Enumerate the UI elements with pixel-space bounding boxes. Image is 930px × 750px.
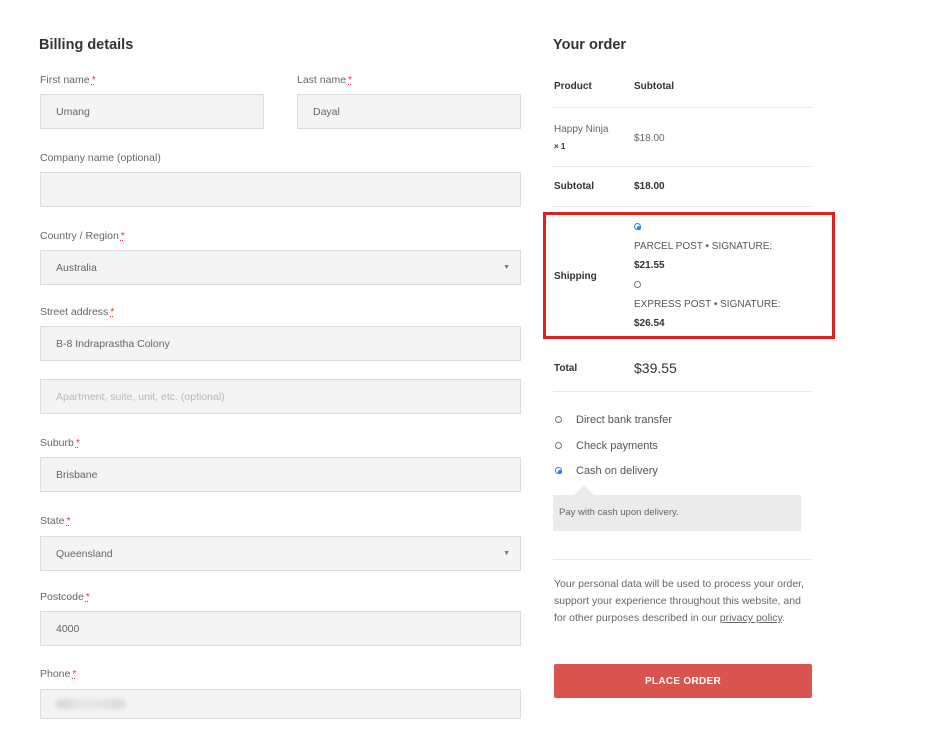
divider [553,559,812,560]
col-subtotal-header: Subtotal [634,81,674,92]
suburb-label: Suburb * [40,437,80,449]
country-select[interactable]: Australia ▼ [40,250,521,285]
subtotal-value: $18.00 [634,181,665,192]
required-mark: * [120,230,125,242]
payment-check-label[interactable]: Check payments [576,440,658,452]
state-value: Queensland [56,547,113,560]
payment-cod-radio[interactable] [555,467,562,474]
first-name-label: First name * [40,74,96,86]
shipping-highlight-box [543,212,835,339]
phone-field[interactable] [40,689,521,719]
payment-cod-label[interactable]: Cash on delivery [576,465,658,477]
divider [553,107,812,108]
total-value: $39.55 [634,360,677,376]
last-name-label: Last name * [297,74,353,86]
street-address-line2-field[interactable]: Apartment, suite, unit, etc. (optional) [40,379,521,414]
divider [553,166,812,167]
required-mark: * [91,74,96,86]
payment-bank-radio[interactable] [555,416,562,423]
company-field[interactable] [40,172,521,207]
country-value: Australia [56,261,97,274]
postcode-label: Postcode * [40,591,90,603]
place-order-button[interactable]: PLACE ORDER [554,664,812,698]
last-name-field[interactable]: Dayal [297,94,521,129]
required-mark: * [75,437,80,449]
required-mark: * [348,74,353,86]
required-mark: * [66,515,71,527]
payment-description: Pay with cash upon delivery. [553,495,801,531]
postcode-field[interactable]: 4000 [40,611,521,646]
billing-title: Billing details [39,37,134,53]
street-address-field[interactable]: B-8 Indraprastha Colony [40,326,521,361]
chevron-down-icon: ▼ [503,264,510,271]
state-label: State * [40,515,71,527]
payment-bank-label[interactable]: Direct bank transfer [576,414,672,426]
col-product-header: Product [554,81,592,92]
privacy-policy-link[interactable]: privacy policy [720,612,782,624]
suburb-field[interactable]: Brisbane [40,457,521,492]
street-label: Street address * [40,306,115,318]
order-title: Your order [553,37,627,53]
first-name-field[interactable]: Umang [40,94,264,129]
required-mark: * [85,591,90,603]
payment-check-radio[interactable] [555,442,562,449]
required-mark: * [72,668,77,680]
company-label: Company name (optional) [40,152,161,164]
divider [553,206,812,207]
privacy-notice: Your personal data will be used to proce… [554,578,805,624]
redacted-phone-value [56,699,126,709]
subtotal-label: Subtotal [554,181,594,192]
payment-box-pointer [574,485,594,495]
chevron-down-icon: ▼ [503,550,510,557]
divider [553,391,812,392]
item-qty: × 1 [554,142,566,151]
required-mark: * [110,306,115,318]
country-label: Country / Region * [40,230,125,242]
total-label: Total [554,363,578,374]
item-name: Happy Ninja [554,124,609,135]
item-price: $18.00 [634,133,665,144]
phone-label: Phone * [40,668,77,680]
state-select[interactable]: Queensland ▼ [40,536,521,571]
